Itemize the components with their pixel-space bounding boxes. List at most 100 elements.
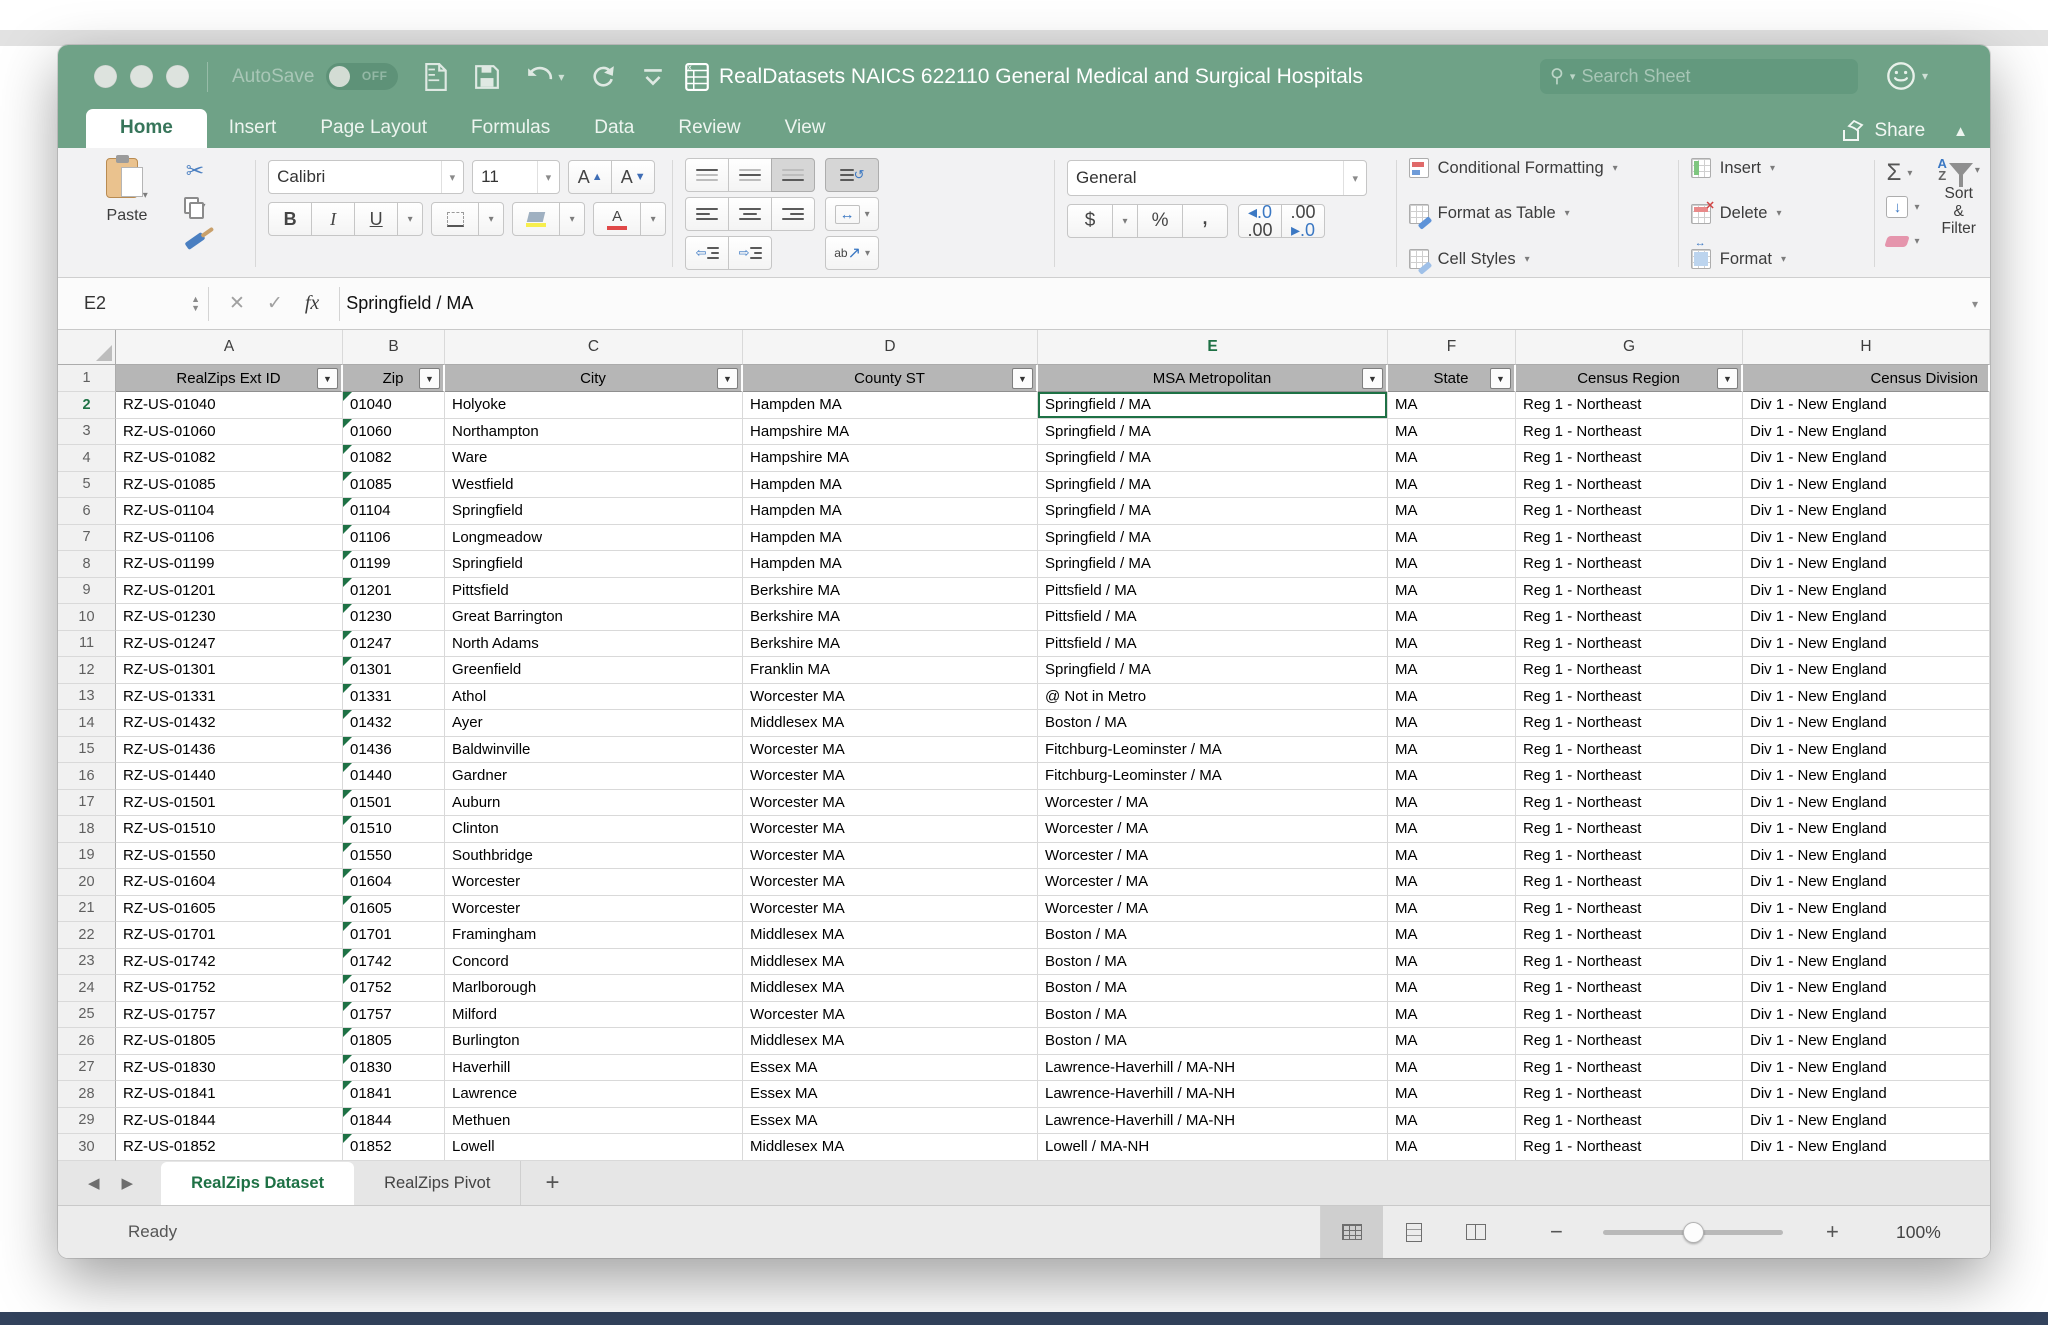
undo-button[interactable]: ▾ [526, 65, 564, 89]
row-header-1[interactable]: 1 [58, 365, 116, 392]
underline-button[interactable]: U [354, 202, 399, 236]
cell-h29[interactable]: Div 1 - New England [1743, 1107, 1990, 1134]
cell-a29[interactable]: RZ-US-01844 [116, 1107, 343, 1134]
tab-view[interactable]: View [763, 109, 848, 148]
cell-h26[interactable]: Div 1 - New England [1743, 1028, 1990, 1055]
cell-a24[interactable]: RZ-US-01752 [116, 975, 343, 1002]
header-cell-c1[interactable]: City ▼ [445, 365, 743, 392]
cell-f2[interactable]: MA [1388, 392, 1516, 419]
row-header-30[interactable]: 30 [58, 1134, 116, 1161]
cell-f30[interactable]: MA [1388, 1134, 1516, 1161]
cell-h16[interactable]: Div 1 - New England [1743, 763, 1990, 790]
cell-e30[interactable]: Lowell / MA-NH [1038, 1134, 1388, 1161]
cell-b5[interactable]: 01085 [343, 471, 445, 498]
cell-e20[interactable]: Worcester / MA [1038, 869, 1388, 896]
clear-button[interactable]: ▾ [1884, 226, 1920, 256]
cell-d5[interactable]: Hampden MA [743, 471, 1038, 498]
cell-f6[interactable]: MA [1388, 498, 1516, 525]
cell-a19[interactable]: RZ-US-01550 [116, 842, 343, 869]
cell-a13[interactable]: RZ-US-01331 [116, 683, 343, 710]
cell-h8[interactable]: Div 1 - New England [1743, 551, 1990, 578]
fill-button[interactable]: ↓ ▾ [1886, 192, 1920, 222]
cell-e10[interactable]: Pittsfield / MA [1038, 604, 1388, 631]
cell-a14[interactable]: RZ-US-01432 [116, 710, 343, 737]
cell-h15[interactable]: Div 1 - New England [1743, 736, 1990, 763]
align-center-button[interactable] [728, 197, 773, 231]
row-header-14[interactable]: 14 [58, 710, 116, 737]
column-filter-button[interactable]: ▼ [419, 368, 440, 389]
cell-c2[interactable]: Holyoke [445, 392, 743, 419]
cell-c8[interactable]: Springfield [445, 551, 743, 578]
cell-g4[interactable]: Reg 1 - Northeast [1516, 445, 1743, 472]
sheet-tab-realzips-pivot[interactable]: RealZips Pivot [354, 1161, 520, 1205]
cell-f15[interactable]: MA [1388, 736, 1516, 763]
cell-a25[interactable]: RZ-US-01757 [116, 1001, 343, 1028]
cell-b11[interactable]: 01247 [343, 630, 445, 657]
cell-g11[interactable]: Reg 1 - Northeast [1516, 630, 1743, 657]
cell-f8[interactable]: MA [1388, 551, 1516, 578]
cell-h30[interactable]: Div 1 - New England [1743, 1134, 1990, 1161]
cell-c29[interactable]: Methuen [445, 1107, 743, 1134]
font-name-select[interactable]: Calibri ▾ [268, 160, 465, 194]
tab-home[interactable]: Home [86, 109, 207, 148]
cell-c4[interactable]: Ware [445, 445, 743, 472]
cell-g9[interactable]: Reg 1 - Northeast [1516, 577, 1743, 604]
borders-button[interactable] [431, 202, 480, 236]
cell-b26[interactable]: 01805 [343, 1028, 445, 1055]
cell-g25[interactable]: Reg 1 - Northeast [1516, 1001, 1743, 1028]
expand-formula-bar-icon[interactable]: ▾ [1972, 297, 1978, 311]
row-header-5[interactable]: 5 [58, 471, 116, 498]
sheet-tab-realzips-dataset[interactable]: RealZips Dataset [161, 1162, 355, 1205]
cell-g10[interactable]: Reg 1 - Northeast [1516, 604, 1743, 631]
cell-d17[interactable]: Worcester MA [743, 789, 1038, 816]
tab-review[interactable]: Review [656, 109, 762, 148]
cell-g14[interactable]: Reg 1 - Northeast [1516, 710, 1743, 737]
cell-h6[interactable]: Div 1 - New England [1743, 498, 1990, 525]
cell-d19[interactable]: Worcester MA [743, 842, 1038, 869]
cell-b15[interactable]: 01436 [343, 736, 445, 763]
row-header-24[interactable]: 24 [58, 975, 116, 1002]
cell-a26[interactable]: RZ-US-01805 [116, 1028, 343, 1055]
cell-a8[interactable]: RZ-US-01199 [116, 551, 343, 578]
cell-a23[interactable]: RZ-US-01742 [116, 948, 343, 975]
row-header-29[interactable]: 29 [58, 1107, 116, 1134]
cell-f9[interactable]: MA [1388, 577, 1516, 604]
row-header-9[interactable]: 9 [58, 577, 116, 604]
cell-e17[interactable]: Worcester / MA [1038, 789, 1388, 816]
row-header-7[interactable]: 7 [58, 524, 116, 551]
close-button[interactable] [94, 65, 117, 88]
align-left-button[interactable] [685, 197, 730, 231]
cell-g5[interactable]: Reg 1 - Northeast [1516, 471, 1743, 498]
cell-g21[interactable]: Reg 1 - Northeast [1516, 895, 1743, 922]
cell-f13[interactable]: MA [1388, 683, 1516, 710]
cell-a9[interactable]: RZ-US-01201 [116, 577, 343, 604]
cell-d22[interactable]: Middlesex MA [743, 922, 1038, 949]
column-header-h[interactable]: H [1743, 330, 1990, 365]
comma-button[interactable]: , [1182, 200, 1229, 238]
cell-e6[interactable]: Springfield / MA [1038, 498, 1388, 525]
cell-f20[interactable]: MA [1388, 869, 1516, 896]
cell-d28[interactable]: Essex MA [743, 1081, 1038, 1108]
cell-h28[interactable]: Div 1 - New England [1743, 1081, 1990, 1108]
row-header-6[interactable]: 6 [58, 498, 116, 525]
zoom-slider-thumb[interactable] [1683, 1222, 1704, 1243]
cell-g8[interactable]: Reg 1 - Northeast [1516, 551, 1743, 578]
cell-b17[interactable]: 01501 [343, 789, 445, 816]
cell-e7[interactable]: Springfield / MA [1038, 524, 1388, 551]
cell-g6[interactable]: Reg 1 - Northeast [1516, 498, 1743, 525]
cell-d16[interactable]: Worcester MA [743, 763, 1038, 790]
cell-f21[interactable]: MA [1388, 895, 1516, 922]
cell-c9[interactable]: Pittsfield [445, 577, 743, 604]
cell-b12[interactable]: 01301 [343, 657, 445, 684]
row-header-13[interactable]: 13 [58, 683, 116, 710]
cell-c3[interactable]: Northampton [445, 418, 743, 445]
cell-c25[interactable]: Milford [445, 1001, 743, 1028]
cell-f17[interactable]: MA [1388, 789, 1516, 816]
cell-c19[interactable]: Southbridge [445, 842, 743, 869]
cell-c10[interactable]: Great Barrington [445, 604, 743, 631]
cell-a30[interactable]: RZ-US-01852 [116, 1134, 343, 1161]
cell-b18[interactable]: 01510 [343, 816, 445, 843]
cell-h25[interactable]: Div 1 - New England [1743, 1001, 1990, 1028]
align-middle-button[interactable] [728, 158, 773, 192]
cell-f19[interactable]: MA [1388, 842, 1516, 869]
